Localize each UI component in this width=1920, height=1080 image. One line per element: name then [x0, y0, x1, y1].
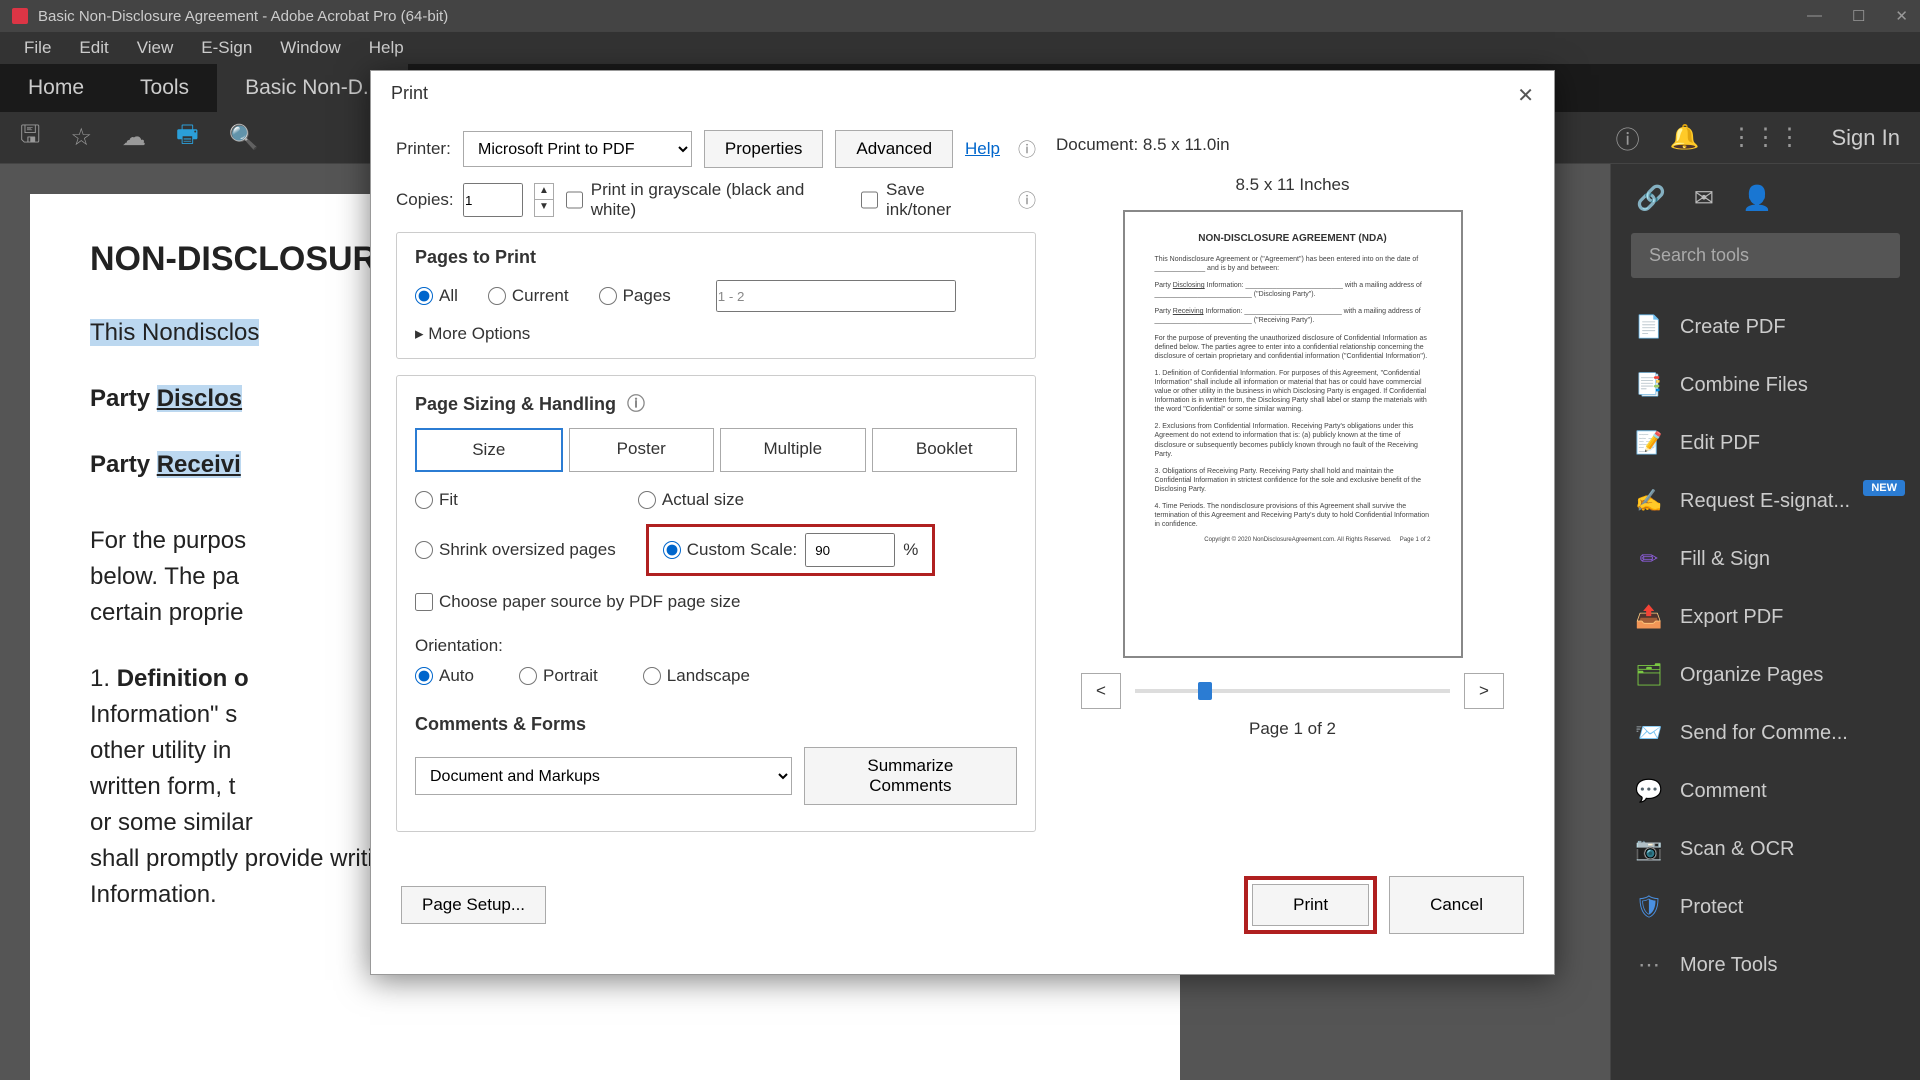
page-indicator: Page 1 of 2 [1056, 719, 1529, 739]
panel-comment[interactable]: 💬Comment [1611, 762, 1920, 820]
custom-scale-radio[interactable] [663, 541, 681, 559]
pages-title: Pages to Print [415, 247, 1017, 268]
print-button-highlight: Print [1244, 876, 1377, 934]
panel-export-pdf[interactable]: 📤Export PDF [1611, 588, 1920, 646]
dialog-title-text: Print [391, 83, 428, 108]
tools-panel: 🔗 ✉ 👤 Search tools 📄Create PDF 📑Combine … [1610, 164, 1920, 1080]
percent-label: % [903, 540, 918, 560]
minimize-icon[interactable]: — [1807, 7, 1822, 25]
pages-range-input[interactable] [716, 280, 956, 312]
pages-pages-radio[interactable] [599, 287, 617, 305]
copies-label: Copies: [396, 190, 451, 210]
star-icon[interactable]: ☆ [70, 123, 92, 152]
page-sizing-section: Page Sizing & Handling ⓘ Size Poster Mul… [396, 375, 1036, 832]
orientation-label: Orientation: [415, 636, 1017, 656]
menu-view[interactable]: View [123, 38, 188, 58]
grayscale-checkbox[interactable] [566, 191, 583, 209]
panel-scan-ocr[interactable]: 📷Scan & OCR [1611, 820, 1920, 878]
link-icon[interactable]: 🔗 [1636, 184, 1666, 213]
sizing-title: Page Sizing & Handling [415, 394, 616, 414]
saveink-checkbox[interactable] [861, 191, 878, 209]
panel-request-esign[interactable]: ✍Request E-signat...NEW [1611, 472, 1920, 530]
copies-spinner[interactable]: ▲▼ [534, 183, 554, 217]
maximize-icon[interactable]: ☐ [1852, 7, 1865, 25]
poster-tab[interactable]: Poster [569, 428, 715, 472]
document-dimensions: Document: 8.5 x 11.0in [1056, 135, 1529, 155]
bell-icon[interactable]: 🔔 [1670, 123, 1700, 152]
help-icon[interactable]: ⓘ [1616, 120, 1640, 155]
panel-protect[interactable]: 🛡Protect [1611, 878, 1920, 936]
panel-edit-pdf[interactable]: 📝Edit PDF [1611, 414, 1920, 472]
close-window-icon[interactable]: ✕ [1895, 7, 1908, 25]
actual-size-radio[interactable] [638, 491, 656, 509]
save-icon[interactable]: 🖫 [20, 117, 40, 158]
printer-label: Printer: [396, 139, 451, 159]
tab-home[interactable]: Home [0, 64, 112, 112]
apps-icon[interactable]: ⋮⋮⋮ [1730, 123, 1802, 152]
zoom-slider[interactable] [1135, 689, 1450, 693]
search-tools-input[interactable]: Search tools [1631, 233, 1900, 278]
new-badge: NEW [1863, 480, 1905, 496]
fit-radio[interactable] [415, 491, 433, 509]
saveink-info-icon[interactable]: ⓘ [1018, 187, 1036, 213]
tab-tools[interactable]: Tools [112, 64, 217, 112]
menubar: File Edit View E-Sign Window Help [0, 32, 1920, 64]
preview-next-button[interactable]: > [1464, 673, 1504, 709]
multiple-tab[interactable]: Multiple [720, 428, 866, 472]
custom-scale-input[interactable] [805, 533, 895, 567]
signin-link[interactable]: Sign In [1832, 125, 1901, 151]
print-button[interactable]: Print [1252, 884, 1369, 926]
menu-help[interactable]: Help [355, 38, 418, 58]
page-setup-button[interactable]: Page Setup... [401, 886, 546, 924]
app-icon [12, 8, 28, 24]
comments-select[interactable]: Document and Markups [415, 757, 792, 795]
panel-send-comment[interactable]: 📨Send for Comme... [1611, 704, 1920, 762]
printer-select[interactable]: Microsoft Print to PDF [463, 131, 692, 167]
panel-more-tools[interactable]: ⋯More Tools [1611, 936, 1920, 994]
properties-button[interactable]: Properties [704, 130, 823, 168]
mail-icon[interactable]: ✉ [1694, 184, 1714, 213]
dialog-close-icon[interactable]: ✕ [1517, 83, 1534, 108]
account-icon[interactable]: 👤 [1742, 184, 1772, 213]
custom-scale-highlight: Custom Scale: % [646, 524, 936, 576]
pages-current-radio[interactable] [488, 287, 506, 305]
menu-file[interactable]: File [10, 38, 65, 58]
panel-create-pdf[interactable]: 📄Create PDF [1611, 298, 1920, 356]
menu-window[interactable]: Window [266, 38, 354, 58]
help-link[interactable]: Help [965, 139, 1000, 159]
paper-source-checkbox[interactable] [415, 593, 433, 611]
panel-organize-pages[interactable]: 🗂Organize Pages [1611, 646, 1920, 704]
pages-all-radio[interactable] [415, 287, 433, 305]
copies-input[interactable] [463, 183, 523, 217]
print-dialog: Print ✕ Printer: Microsoft Print to PDF … [370, 70, 1555, 975]
preview-dimensions: 8.5 x 11 Inches [1056, 175, 1529, 195]
panel-combine-files[interactable]: 📑Combine Files [1611, 356, 1920, 414]
summarize-button[interactable]: Summarize Comments [804, 747, 1017, 805]
menu-esign[interactable]: E-Sign [187, 38, 266, 58]
search-icon[interactable]: 🔍 [229, 123, 259, 152]
landscape-radio[interactable] [643, 667, 661, 685]
size-tab[interactable]: Size [415, 428, 563, 472]
help-info-icon[interactable]: ⓘ [1018, 136, 1036, 162]
shrink-radio[interactable] [415, 541, 433, 559]
sizing-info-icon[interactable]: ⓘ [627, 394, 645, 414]
portrait-radio[interactable] [519, 667, 537, 685]
menu-edit[interactable]: Edit [65, 38, 122, 58]
pages-to-print-section: Pages to Print All Current Pages ▸ More … [396, 232, 1036, 359]
print-icon[interactable]: 🖶 [176, 117, 199, 158]
window-titlebar: Basic Non-Disclosure Agreement - Adobe A… [0, 0, 1920, 32]
cloud-upload-icon[interactable]: ☁ [122, 123, 146, 152]
booklet-tab[interactable]: Booklet [872, 428, 1018, 472]
comments-title: Comments & Forms [415, 714, 1017, 735]
advanced-button[interactable]: Advanced [835, 130, 953, 168]
print-preview: NON-DISCLOSURE AGREEMENT (NDA) This Nond… [1123, 210, 1463, 658]
window-title: Basic Non-Disclosure Agreement - Adobe A… [38, 8, 448, 25]
panel-fill-sign[interactable]: ✏Fill & Sign [1611, 530, 1920, 588]
cancel-button[interactable]: Cancel [1389, 876, 1524, 934]
auto-radio[interactable] [415, 667, 433, 685]
preview-prev-button[interactable]: < [1081, 673, 1121, 709]
more-options-toggle[interactable]: ▸ More Options [415, 324, 1017, 344]
